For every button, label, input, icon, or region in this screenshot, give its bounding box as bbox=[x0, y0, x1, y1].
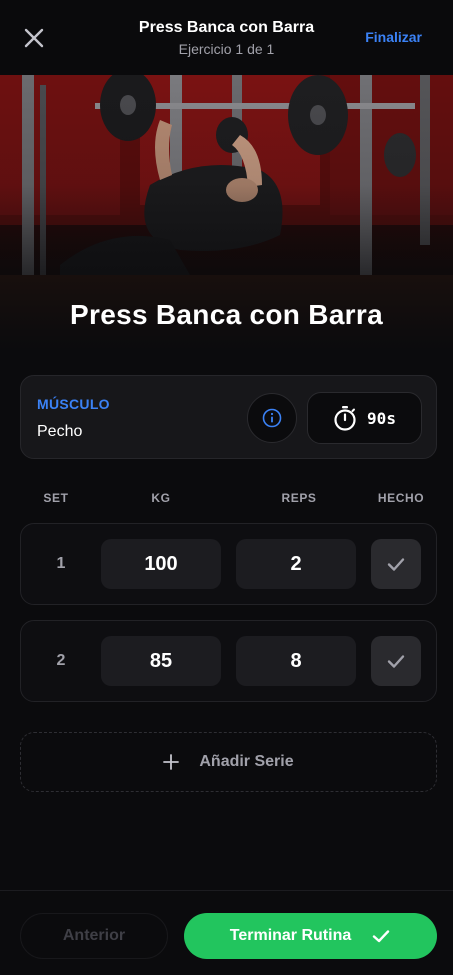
close-button[interactable] bbox=[16, 20, 52, 56]
close-icon bbox=[24, 28, 44, 48]
check-icon bbox=[387, 558, 405, 571]
page-title: Press Banca con Barra bbox=[138, 18, 315, 36]
kg-input[interactable]: 100 bbox=[101, 539, 221, 589]
check-icon bbox=[373, 930, 390, 943]
finish-routine-button[interactable]: Terminar Rutina bbox=[184, 913, 437, 959]
timer-value: 90s bbox=[367, 408, 396, 428]
muscle-card: MÚSCULO Pecho 90s bbox=[20, 375, 437, 459]
set-row: 1 100 2 bbox=[20, 523, 437, 605]
exercise-title: Press Banca con Barra bbox=[70, 299, 383, 330]
bottom-bar: Anterior Terminar Rutina bbox=[0, 890, 453, 975]
kg-input[interactable]: 85 bbox=[101, 636, 221, 686]
stopwatch-icon bbox=[334, 406, 356, 431]
column-header-kg: KG bbox=[151, 491, 171, 505]
column-header-set: SET bbox=[43, 491, 69, 505]
exercise-hero: Press Banca con Barra bbox=[0, 75, 453, 350]
check-icon bbox=[387, 655, 405, 668]
info-icon bbox=[262, 408, 282, 428]
rest-timer-button[interactable]: 90s bbox=[307, 392, 422, 444]
finalize-link[interactable]: Finalizar bbox=[365, 29, 422, 45]
done-checkbox[interactable] bbox=[371, 636, 421, 686]
plus-icon bbox=[163, 754, 180, 770]
reps-input[interactable]: 8 bbox=[236, 636, 356, 686]
column-header-done: HECHO bbox=[377, 491, 425, 505]
column-header-reps: REPS bbox=[281, 491, 317, 505]
set-row: 2 85 8 bbox=[20, 620, 437, 702]
set-number: 1 bbox=[56, 555, 66, 572]
muscle-value: Pecho bbox=[37, 423, 83, 440]
add-set-label: Añadir Serie bbox=[199, 753, 294, 770]
header-titles: Press Banca con Barra Ejercicio 1 de 1 bbox=[139, 18, 314, 58]
top-bar: Press Banca con Barra Ejercicio 1 de 1 F… bbox=[0, 0, 453, 75]
finish-routine-label: Terminar Rutina bbox=[229, 927, 352, 944]
set-number: 2 bbox=[56, 652, 66, 669]
exercise-counter: Ejercicio 1 de 1 bbox=[178, 40, 275, 57]
previous-button[interactable]: Anterior bbox=[20, 913, 168, 959]
add-set-button[interactable]: Añadir Serie bbox=[20, 732, 437, 792]
reps-input[interactable]: 2 bbox=[236, 539, 356, 589]
info-button[interactable] bbox=[247, 393, 297, 443]
muscle-label: MÚSCULO bbox=[37, 396, 110, 412]
done-checkbox[interactable] bbox=[371, 539, 421, 589]
